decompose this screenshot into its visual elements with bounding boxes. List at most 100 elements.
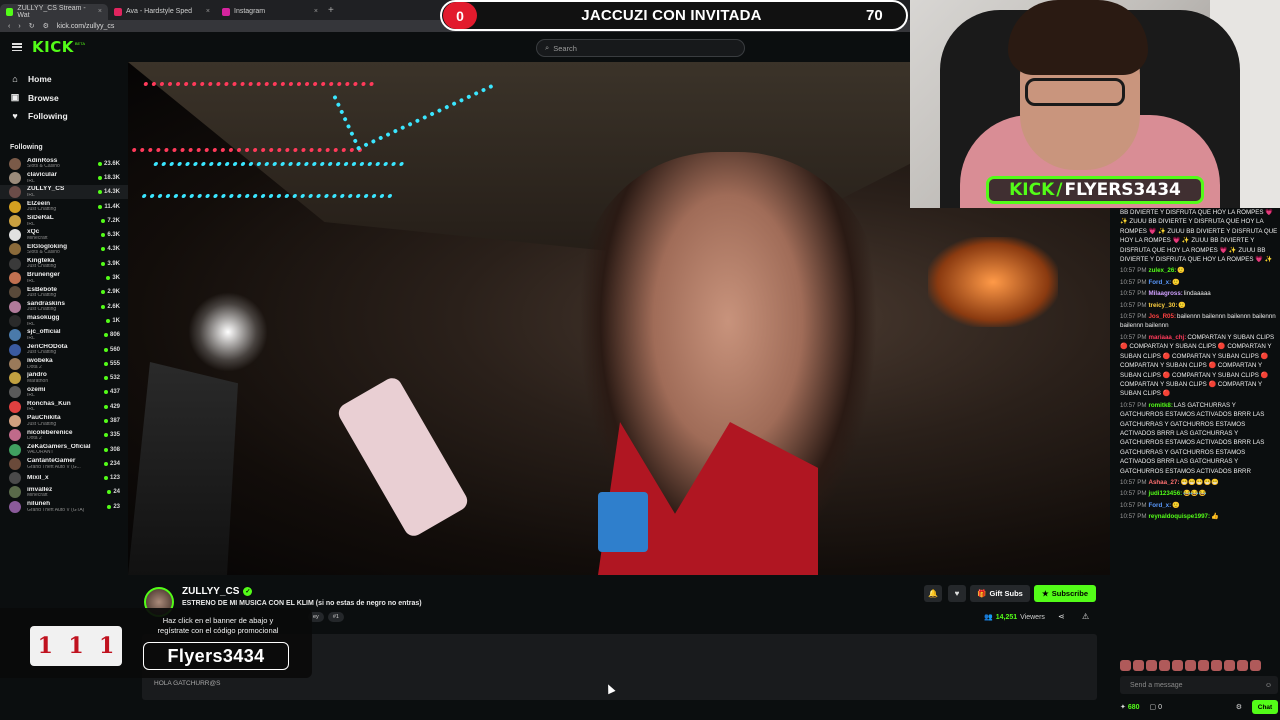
notification-bell-button[interactable]: 🔔 [924, 585, 942, 602]
chat-username[interactable]: zulex_26: [1148, 267, 1176, 274]
sidebar-nav-home[interactable]: ⌂ Home [0, 70, 128, 89]
sidebar-channel[interactable]: niluneh Grand Theft Auto V (GTA) 23 [0, 500, 128, 514]
sidebar-channel[interactable]: sandraskins Just Chatting 2.6K [0, 299, 128, 313]
sidebar-nav-following[interactable]: ♥ Following [0, 107, 128, 126]
channel-text: SiDeRaL IRL [27, 215, 95, 227]
video-neon-cyan [141, 162, 405, 198]
sidebar-channel[interactable]: EsBebote Just Chatting 2.9K [0, 285, 128, 299]
channel-viewers-value: 14.3K [103, 189, 120, 196]
channel-name[interactable]: ZULLYY_CS ✓ [182, 586, 253, 597]
chat-messages[interactable]: BB DIVIERTE Y DISFRUTA QUE HOY LA ROMPES… [1120, 208, 1278, 653]
sidebar-channel[interactable]: SiDeRaL IRL 7.2K [0, 214, 128, 228]
sidebar-channel[interactable]: Brunenger IRL 3K [0, 271, 128, 285]
chat-username[interactable]: reynaldoquispe1997: [1148, 513, 1210, 520]
sidebar-channel[interactable]: iwobeka Dota 2 555 [0, 357, 128, 371]
gift-subs-button[interactable]: 🎁 Gift Subs [970, 585, 1030, 602]
slot-counter[interactable]: ▢ 0 [1150, 703, 1162, 711]
back-icon[interactable]: ‹ [8, 23, 10, 30]
report-icon[interactable]: ⚠ [1082, 612, 1089, 621]
heart-icon: ♥ [954, 589, 960, 598]
chat-send-button[interactable]: Chat [1252, 700, 1278, 714]
chat-username[interactable]: Jos_R05: [1148, 313, 1176, 320]
menu-icon[interactable] [12, 43, 22, 51]
emote-icon[interactable] [1185, 660, 1196, 671]
site-info-icon[interactable]: ⚙ [43, 22, 49, 30]
emote-icon[interactable] [1224, 660, 1235, 671]
sidebar-channel[interactable]: clavicular IRL 18.3K [0, 171, 128, 185]
points[interactable]: ✦ 680 [1120, 703, 1140, 711]
emote-icon[interactable] [1250, 660, 1261, 671]
tab-close-icon[interactable]: × [314, 8, 318, 15]
sidebar-channel[interactable]: jandro Marathon 532 [0, 371, 128, 385]
chat-username[interactable]: romitk8: [1148, 402, 1172, 409]
channel-viewers-value: 24 [113, 489, 120, 496]
sidebar-nav-browse[interactable]: ▣ Browse [0, 89, 128, 108]
reload-icon[interactable]: ↻ [29, 22, 35, 30]
sidebar-channel[interactable]: ElGlogloking Slots & Casino 4.3K [0, 242, 128, 256]
promo-banner[interactable]: 111 Haz click en el banner de abajo y re… [0, 608, 312, 678]
chat-username[interactable]: Ford_x: [1148, 502, 1171, 509]
counter-value: 0 [1158, 704, 1162, 711]
url-text[interactable]: kick.com/zullyy_cs [57, 23, 115, 30]
sidebar-channel[interactable]: Mixil_x 123 [0, 471, 128, 485]
sidebar-channel[interactable]: JeriCHODota Just Chatting 560 [0, 342, 128, 356]
sidebar-channel[interactable]: sjc_official IRL 806 [0, 328, 128, 342]
emote-icon[interactable] [1211, 660, 1222, 671]
sidebar-channel[interactable]: ZULLYY_CS IRL 14.3K [0, 185, 128, 200]
emote-icon[interactable] [1120, 660, 1131, 671]
tab-close-icon[interactable]: × [98, 8, 102, 15]
channel-viewers: 18.3K [97, 175, 120, 181]
sidebar-channel[interactable]: ZeKaGamers_Oficial VALORANT 308 [0, 442, 128, 456]
sidebar-channel[interactable]: ozemi IRL 437 [0, 385, 128, 399]
emote-icon[interactable] [1172, 660, 1183, 671]
channel-category: Grand Theft Auto V (G... [27, 464, 81, 470]
channel-viewers: 335 [103, 432, 120, 438]
chat-username[interactable]: treicy_30: [1148, 302, 1177, 309]
sidebar-channel[interactable]: imvallez Minecraft 24 [0, 485, 128, 499]
new-tab-button[interactable]: + [328, 5, 334, 16]
stream-tag[interactable]: #1 [327, 612, 344, 622]
emoji-picker-icon[interactable]: ☺ [1265, 682, 1272, 689]
tab-close-icon[interactable]: × [206, 8, 210, 15]
forward-icon[interactable]: › [18, 23, 20, 30]
tab-favicon-icon [222, 7, 230, 16]
chat-timestamp: 10:57 PM [1120, 478, 1147, 486]
sidebar-channel[interactable]: nicoleberenice Dota 2 335 [0, 428, 128, 442]
emote-icon[interactable] [1198, 660, 1209, 671]
sidebar-channel[interactable]: masokugg IRL 1K [0, 314, 128, 328]
chat-input[interactable]: Send a message ☺ [1120, 676, 1278, 694]
emote-icon[interactable] [1146, 660, 1157, 671]
chat-username[interactable]: judi123456: [1148, 490, 1182, 497]
emote-icon[interactable] [1237, 660, 1248, 671]
sidebar-channel[interactable]: Kingteka Just Chatting 3.9K [0, 257, 128, 271]
sidebar-channel[interactable]: xQc Minecraft 6.3K [0, 228, 128, 242]
tab-label: Ava - Hardstyle Sped [126, 8, 193, 15]
sidebar-channel[interactable]: ElZeein Just Chatting 11.4K [0, 199, 128, 213]
chat-username[interactable]: Ford_x: [1148, 279, 1171, 286]
chat-message: 10:57 PM reynaldoquispe1997:👍 [1120, 512, 1278, 521]
browser-tab[interactable]: Ava - Hardstyle Sped × [108, 4, 216, 20]
browser-tab[interactable]: ZULLYY_CS Stream - Wat × [0, 3, 108, 20]
emote-icon[interactable] [1133, 660, 1144, 671]
sidebar-channel[interactable]: CantanteGamer Grand Theft Auto V (G... 234 [0, 457, 128, 471]
chat-username[interactable]: Ashaa_27: [1148, 479, 1179, 486]
follow-heart-button[interactable]: ♥ [948, 585, 966, 602]
channel-viewers: 429 [103, 404, 120, 410]
slot-symbol: 1 [37, 633, 53, 659]
live-dot-icon [103, 461, 108, 466]
subscribe-button[interactable]: ★ Subscribe [1034, 585, 1096, 602]
kick-logo[interactable]: KICK [32, 38, 74, 56]
chat-username[interactable]: mariaaa_chj: [1148, 334, 1186, 341]
sidebar-channel[interactable]: Ronchas_Kun IRL 429 [0, 400, 128, 414]
chat-message-text: BB DIVIERTE Y DISFRUTA QUE HOY LA ROMPES… [1120, 209, 1278, 264]
chat-settings-icon[interactable]: ⚙ [1236, 703, 1242, 711]
search-input[interactable]: ⌕ Search [536, 39, 745, 57]
channel-avatar [9, 486, 21, 499]
share-icon[interactable]: ⋖ [1058, 612, 1065, 621]
emote-icon[interactable] [1159, 660, 1170, 671]
chat-username[interactable]: Milaagross: [1148, 290, 1182, 297]
sidebar-channel[interactable]: PauChikita Just Chatting 387 [0, 414, 128, 428]
browser-tab[interactable]: Instagram × [216, 4, 324, 20]
sidebar-channel[interactable]: AdinRoss Slots & Casino 23.6K [0, 157, 128, 171]
live-dot-icon [101, 247, 106, 252]
